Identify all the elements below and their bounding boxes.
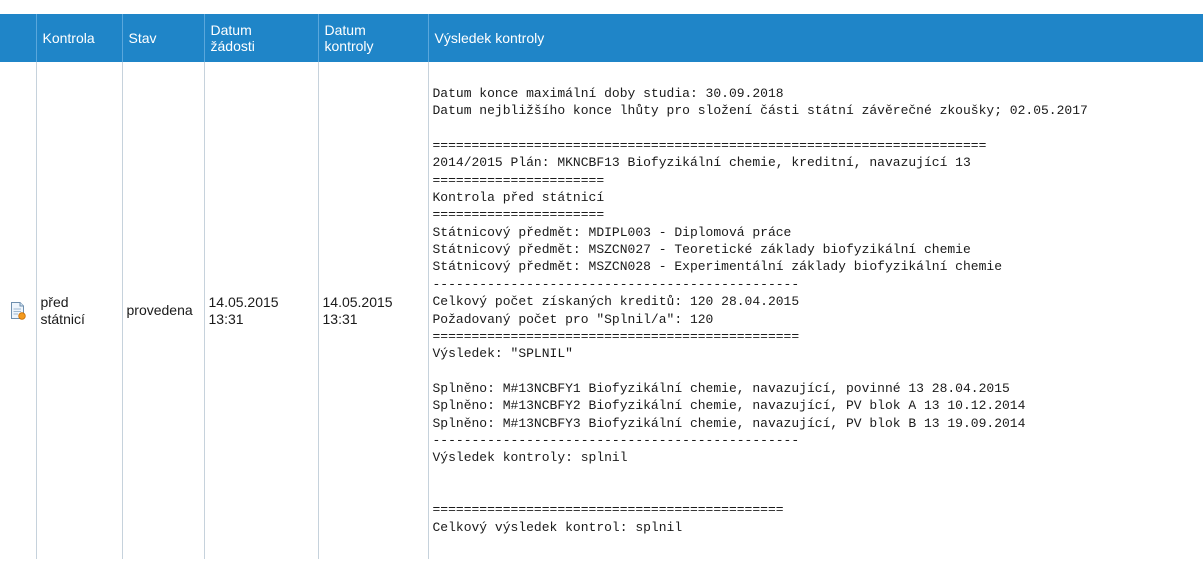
- row-datum-zadosti-cell: 14.05.2015 13:31: [204, 62, 319, 559]
- header-vysledek-label: Výsledek kontroly: [434, 30, 545, 46]
- header-stav-label: Stav: [128, 30, 157, 46]
- datum-zadosti-date: 14.05.2015: [208, 293, 279, 310]
- table-row: před státnicí provedena 14.05.2015 13:31…: [0, 62, 1203, 559]
- result-line: Splněno: M#13NCBFY1 Biofyzikální chemie,…: [432, 380, 1010, 396]
- document-edit-icon[interactable]: [10, 301, 26, 320]
- result-line: Celkový výsledek kontrol: splnil: [432, 519, 683, 535]
- row-datum-kontroly-cell: 14.05.2015 13:31: [318, 62, 429, 559]
- header-datum-kontroly-line2: kontroly: [324, 38, 374, 54]
- header-vysledek-kontroly[interactable]: Výsledek kontroly: [428, 14, 1203, 62]
- datum-kontroly-date: 14.05.2015: [322, 293, 393, 310]
- result-line: Celkový počet získaných kreditů: 120 28.…: [432, 294, 800, 310]
- control-results-table: Kontrola Stav Datum žádosti Datum kontro…: [0, 14, 1203, 559]
- datum-kontroly-time: 13:31: [322, 310, 358, 327]
- result-line: ----------------------------------------…: [432, 432, 800, 448]
- result-line: Státnicový předmět: MSZCN027 - Teoretick…: [432, 242, 971, 258]
- result-line: ========================================…: [432, 502, 784, 518]
- result-line: ========================================…: [432, 328, 800, 344]
- header-kontrola-label: Kontrola: [42, 30, 95, 46]
- result-line: Kontrola před státnicí: [432, 190, 605, 206]
- result-line: Státnicový předmět: MSZCN028 - Experimen…: [432, 259, 1003, 275]
- result-line: Státnicový předmět: MDIPL003 - Diplomová…: [432, 224, 792, 240]
- result-line: Výsledek kontroly: splnil: [432, 450, 628, 466]
- row-icon-cell: [0, 62, 37, 559]
- result-line: ======================: [432, 207, 605, 223]
- result-line: Datum nejbližšího konce lhůty pro složen…: [432, 103, 1088, 119]
- row-vysledek-cell: Datum konce maximální doby studia: 30.09…: [428, 62, 1203, 559]
- result-line: Požadovaný počet pro "Splnil/a": 120: [432, 311, 714, 327]
- result-line: 2014/2015 Plán: MKNCBF13 Biofyzikální ch…: [432, 155, 971, 171]
- header-datum-zadosti-line1: Datum: [210, 22, 252, 38]
- result-line: ========================================…: [432, 138, 987, 154]
- kontrola-value-line1: před: [40, 293, 69, 310]
- result-line: Výsledek: "SPLNIL": [432, 346, 573, 362]
- header-datum-zadosti-line2: žádosti: [210, 38, 255, 54]
- header-stav[interactable]: Stav: [122, 14, 205, 62]
- result-line: Splněno: M#13NCBFY3 Biofyzikální chemie,…: [432, 415, 1026, 431]
- header-datum-zadosti[interactable]: Datum žádosti: [204, 14, 319, 62]
- header-datum-kontroly-line1: Datum: [324, 22, 366, 38]
- kontrola-value-line2: státnicí: [40, 310, 85, 327]
- result-line: ======================: [432, 172, 605, 188]
- result-line: Splněno: M#13NCBFY2 Biofyzikální chemie,…: [432, 398, 1026, 414]
- control-results-view: Kontrola Stav Datum žádosti Datum kontro…: [0, 0, 1203, 561]
- datum-zadosti-time: 13:31: [208, 310, 244, 327]
- result-line: Datum konce maximální doby studia: 30.09…: [432, 86, 784, 102]
- header-icon-column: [0, 14, 37, 62]
- header-datum-kontroly[interactable]: Datum kontroly: [318, 14, 429, 62]
- header-kontrola[interactable]: Kontrola: [36, 14, 123, 62]
- result-line: ----------------------------------------…: [432, 276, 800, 292]
- vysledek-kontroly-text: Datum konce maximální doby studia: 30.09…: [433, 85, 1203, 536]
- row-kontrola-cell: před státnicí: [36, 62, 123, 559]
- table-header-row: Kontrola Stav Datum žádosti Datum kontro…: [0, 14, 1203, 62]
- row-stav-cell: provedena: [122, 62, 205, 559]
- stav-value: provedena: [126, 302, 193, 318]
